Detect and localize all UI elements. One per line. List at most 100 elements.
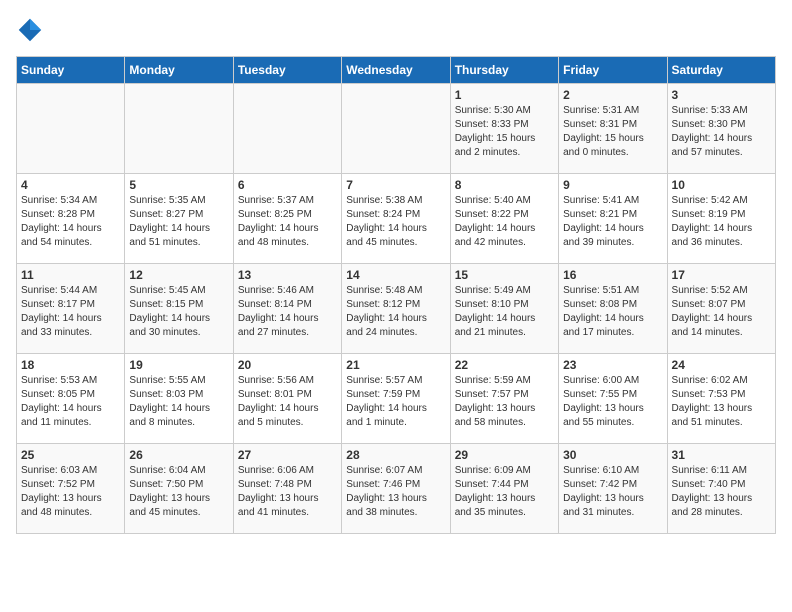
day-number: 22 [455, 358, 554, 372]
day-number: 10 [672, 178, 771, 192]
day-number: 30 [563, 448, 662, 462]
calendar-cell: 20 Sunrise: 5:56 AM Sunset: 8:01 PM Dayli… [233, 354, 341, 444]
calendar-cell: 12Sunrise: 5:45 AM Sunset: 8:15 PM Dayli… [125, 264, 233, 354]
calendar-cell: 15 Sunrise: 5:49 AM Sunset: 8:10 PM Dayli… [450, 264, 558, 354]
calendar-cell: 1 Sunrise: 5:30 AM Sunset: 8:33 PM Daylig… [450, 84, 558, 174]
day-number: 2 [563, 88, 662, 102]
day-number: 24 [672, 358, 771, 372]
day-number: 20 [238, 358, 337, 372]
calendar-header: SundayMondayTuesdayWednesdayThursdayFrid… [17, 57, 776, 84]
page-header [16, 16, 776, 44]
day-number: 31 [672, 448, 771, 462]
calendar-cell: 6 Sunrise: 5:37 AM Sunset: 8:25 PM Daylig… [233, 174, 341, 264]
calendar-cell: 25Sunrise: 6:03 AM Sunset: 7:52 PM Dayli… [17, 444, 125, 534]
day-info: Sunrise: 6:07 AM Sunset: 7:46 PM Dayligh… [346, 464, 445, 520]
calendar-table: SundayMondayTuesdayWednesdayThursdayFrid… [16, 56, 776, 534]
day-number: 21 [346, 358, 445, 372]
calendar-cell: 28 Sunrise: 6:07 AM Sunset: 7:46 PM Dayli… [342, 444, 450, 534]
day-info: Sunrise: 5:46 AM Sunset: 8:14 PM Dayligh… [238, 284, 337, 340]
day-number: 9 [563, 178, 662, 192]
week-row-2: 4Sunrise: 5:34 AM Sunset: 8:28 PM Daylig… [17, 174, 776, 264]
header-day-sunday: Sunday [17, 57, 125, 84]
calendar-cell: 8Sunrise: 5:40 AM Sunset: 8:22 PM Daylig… [450, 174, 558, 264]
header-day-friday: Friday [559, 57, 667, 84]
day-info: Sunrise: 5:41 AM Sunset: 8:21 PM Dayligh… [563, 194, 662, 250]
calendar-cell: 10Sunrise: 5:42 AM Sunset: 8:19 PM Dayli… [667, 174, 775, 264]
calendar-body: 1 Sunrise: 5:30 AM Sunset: 8:33 PM Daylig… [17, 84, 776, 534]
calendar-cell: 18Sunrise: 5:53 AM Sunset: 8:05 PM Dayli… [17, 354, 125, 444]
day-number: 6 [238, 178, 337, 192]
day-info: Sunrise: 5:31 AM Sunset: 8:31 PM Dayligh… [563, 104, 662, 160]
day-info: Sunrise: 6:11 AM Sunset: 7:40 PM Dayligh… [672, 464, 771, 520]
calendar-cell: 5 Sunrise: 5:35 AM Sunset: 8:27 PM Daylig… [125, 174, 233, 264]
calendar-cell: 23 Sunrise: 6:00 AM Sunset: 7:55 PM Dayli… [559, 354, 667, 444]
calendar-cell: 2 Sunrise: 5:31 AM Sunset: 8:31 PM Daylig… [559, 84, 667, 174]
week-row-3: 11Sunrise: 5:44 AM Sunset: 8:17 PM Dayli… [17, 264, 776, 354]
day-info: Sunrise: 5:30 AM Sunset: 8:33 PM Dayligh… [455, 104, 554, 160]
day-info: Sunrise: 5:35 AM Sunset: 8:27 PM Dayligh… [129, 194, 228, 250]
logo-icon [16, 16, 44, 44]
day-number: 17 [672, 268, 771, 282]
day-number: 5 [129, 178, 228, 192]
calendar-cell: 11Sunrise: 5:44 AM Sunset: 8:17 PM Dayli… [17, 264, 125, 354]
calendar-cell: 29Sunrise: 6:09 AM Sunset: 7:44 PM Dayli… [450, 444, 558, 534]
day-info: Sunrise: 5:56 AM Sunset: 8:01 PM Dayligh… [238, 374, 337, 430]
calendar-cell [125, 84, 233, 174]
day-number: 3 [672, 88, 771, 102]
header-day-monday: Monday [125, 57, 233, 84]
week-row-5: 25Sunrise: 6:03 AM Sunset: 7:52 PM Dayli… [17, 444, 776, 534]
day-info: Sunrise: 6:06 AM Sunset: 7:48 PM Dayligh… [238, 464, 337, 520]
day-info: Sunrise: 6:00 AM Sunset: 7:55 PM Dayligh… [563, 374, 662, 430]
week-row-1: 1 Sunrise: 5:30 AM Sunset: 8:33 PM Daylig… [17, 84, 776, 174]
day-info: Sunrise: 5:59 AM Sunset: 7:57 PM Dayligh… [455, 374, 554, 430]
day-number: 1 [455, 88, 554, 102]
header-row: SundayMondayTuesdayWednesdayThursdayFrid… [17, 57, 776, 84]
day-info: Sunrise: 5:37 AM Sunset: 8:25 PM Dayligh… [238, 194, 337, 250]
header-day-tuesday: Tuesday [233, 57, 341, 84]
calendar-cell: 27 Sunrise: 6:06 AM Sunset: 7:48 PM Dayli… [233, 444, 341, 534]
day-number: 23 [563, 358, 662, 372]
day-number: 28 [346, 448, 445, 462]
calendar-cell: 4Sunrise: 5:34 AM Sunset: 8:28 PM Daylig… [17, 174, 125, 264]
day-info: Sunrise: 5:33 AM Sunset: 8:30 PM Dayligh… [672, 104, 771, 160]
calendar-cell: 30 Sunrise: 6:10 AM Sunset: 7:42 PM Dayli… [559, 444, 667, 534]
calendar-cell: 31 Sunrise: 6:11 AM Sunset: 7:40 PM Dayli… [667, 444, 775, 534]
day-info: Sunrise: 5:34 AM Sunset: 8:28 PM Dayligh… [21, 194, 120, 250]
calendar-cell: 17 Sunrise: 5:52 AM Sunset: 8:07 PM Dayli… [667, 264, 775, 354]
day-number: 12 [129, 268, 228, 282]
day-number: 13 [238, 268, 337, 282]
day-info: Sunrise: 6:02 AM Sunset: 7:53 PM Dayligh… [672, 374, 771, 430]
calendar-cell [17, 84, 125, 174]
calendar-cell: 13 Sunrise: 5:46 AM Sunset: 8:14 PM Dayli… [233, 264, 341, 354]
day-info: Sunrise: 6:09 AM Sunset: 7:44 PM Dayligh… [455, 464, 554, 520]
calendar-cell [342, 84, 450, 174]
week-row-4: 18Sunrise: 5:53 AM Sunset: 8:05 PM Dayli… [17, 354, 776, 444]
logo [16, 16, 48, 44]
header-day-saturday: Saturday [667, 57, 775, 84]
calendar-cell: 14 Sunrise: 5:48 AM Sunset: 8:12 PM Dayli… [342, 264, 450, 354]
calendar-cell: 22 Sunrise: 5:59 AM Sunset: 7:57 PM Dayli… [450, 354, 558, 444]
day-info: Sunrise: 5:53 AM Sunset: 8:05 PM Dayligh… [21, 374, 120, 430]
day-info: Sunrise: 5:49 AM Sunset: 8:10 PM Dayligh… [455, 284, 554, 340]
day-number: 25 [21, 448, 120, 462]
day-info: Sunrise: 6:04 AM Sunset: 7:50 PM Dayligh… [129, 464, 228, 520]
day-info: Sunrise: 6:10 AM Sunset: 7:42 PM Dayligh… [563, 464, 662, 520]
day-number: 15 [455, 268, 554, 282]
header-day-thursday: Thursday [450, 57, 558, 84]
calendar-cell: 21Sunrise: 5:57 AM Sunset: 7:59 PM Dayli… [342, 354, 450, 444]
day-info: Sunrise: 5:55 AM Sunset: 8:03 PM Dayligh… [129, 374, 228, 430]
day-number: 27 [238, 448, 337, 462]
day-info: Sunrise: 5:52 AM Sunset: 8:07 PM Dayligh… [672, 284, 771, 340]
day-number: 19 [129, 358, 228, 372]
day-info: Sunrise: 5:44 AM Sunset: 8:17 PM Dayligh… [21, 284, 120, 340]
day-number: 14 [346, 268, 445, 282]
day-info: Sunrise: 5:48 AM Sunset: 8:12 PM Dayligh… [346, 284, 445, 340]
day-number: 7 [346, 178, 445, 192]
calendar-cell: 9 Sunrise: 5:41 AM Sunset: 8:21 PM Daylig… [559, 174, 667, 264]
calendar-cell [233, 84, 341, 174]
calendar-cell: 26Sunrise: 6:04 AM Sunset: 7:50 PM Dayli… [125, 444, 233, 534]
calendar-cell: 7Sunrise: 5:38 AM Sunset: 8:24 PM Daylig… [342, 174, 450, 264]
calendar-cell: 3 Sunrise: 5:33 AM Sunset: 8:30 PM Daylig… [667, 84, 775, 174]
day-info: Sunrise: 5:40 AM Sunset: 8:22 PM Dayligh… [455, 194, 554, 250]
calendar-cell: 24 Sunrise: 6:02 AM Sunset: 7:53 PM Dayli… [667, 354, 775, 444]
